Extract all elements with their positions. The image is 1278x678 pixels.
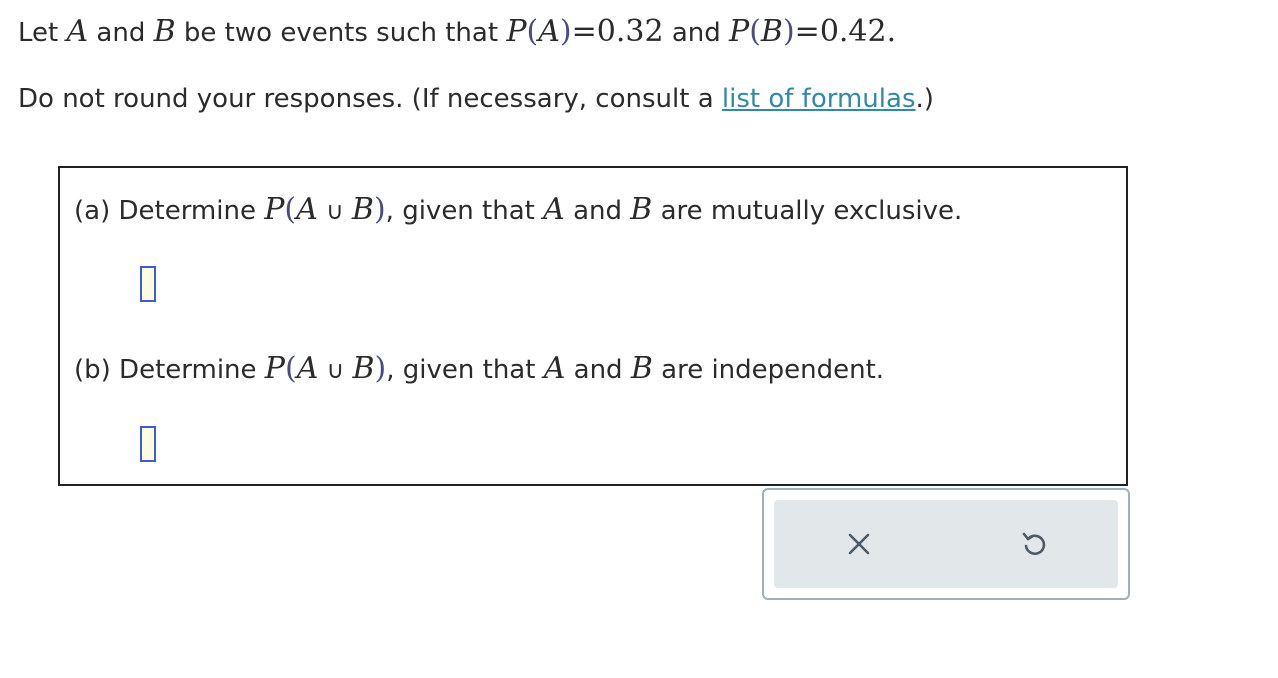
toolbar-inner bbox=[774, 500, 1118, 588]
part-a-condition-end: are mutually exclusive. bbox=[660, 196, 963, 226]
var-b: B bbox=[153, 14, 176, 49]
union-symbol: ∪ bbox=[326, 356, 345, 384]
var-b: B bbox=[760, 14, 783, 49]
var-b: B bbox=[630, 351, 653, 386]
formulas-link[interactable]: list of formulas bbox=[722, 84, 916, 114]
close-icon bbox=[848, 533, 870, 555]
instruction-text: Do not round your responses. (If necessa… bbox=[18, 84, 714, 114]
part-a-condition: , given that bbox=[385, 196, 535, 226]
instructions: Do not round your responses. (If necessa… bbox=[18, 84, 934, 114]
part-b-label: (b) Determine bbox=[74, 355, 257, 385]
part-a-label: (a) Determine bbox=[74, 196, 256, 226]
p-symbol: P bbox=[729, 14, 750, 49]
question-box: (a) Determine P(A ∪ B), given that A and… bbox=[58, 166, 1128, 486]
text-and: and bbox=[96, 18, 146, 48]
undo-button[interactable] bbox=[1014, 524, 1054, 564]
part-b-condition: , given that bbox=[386, 355, 536, 385]
part-a-answer-input[interactable] bbox=[140, 266, 156, 302]
var-a: A bbox=[66, 14, 89, 49]
var-a: A bbox=[296, 192, 318, 227]
p-symbol: P bbox=[264, 351, 285, 386]
part-b-answer-input[interactable] bbox=[140, 426, 156, 462]
p-symbol: P bbox=[506, 14, 527, 49]
part-b-condition-end: are independent. bbox=[661, 355, 885, 385]
part-a-and: and bbox=[573, 196, 622, 226]
p-a-value: 0.32 bbox=[596, 14, 664, 49]
period: . bbox=[886, 14, 897, 49]
problem-statement: Let A and B be two events such that P(A)… bbox=[18, 14, 897, 49]
var-a: A bbox=[543, 192, 565, 227]
p-symbol: P bbox=[264, 192, 285, 227]
union-symbol: ∪ bbox=[326, 197, 344, 225]
var-b: B bbox=[351, 192, 374, 227]
part-a-prompt: (a) Determine P(A ∪ B), given that A and… bbox=[74, 192, 963, 227]
instruction-end: .) bbox=[915, 84, 934, 114]
var-a: A bbox=[538, 14, 560, 49]
p-b-value: 0.42 bbox=[819, 14, 887, 49]
part-b-and: and bbox=[573, 355, 623, 385]
text-and: and bbox=[671, 18, 721, 48]
text-events: be two events such that bbox=[183, 18, 499, 48]
var-b: B bbox=[630, 192, 653, 227]
part-b-prompt: (b) Determine P(A ∪ B), given that A and… bbox=[74, 351, 885, 386]
text-let: Let bbox=[18, 18, 59, 48]
answer-toolbar bbox=[762, 488, 1130, 600]
var-b: B bbox=[352, 351, 375, 386]
var-a: A bbox=[543, 351, 566, 386]
clear-button[interactable] bbox=[839, 524, 879, 564]
undo-icon bbox=[1022, 532, 1046, 556]
var-a: A bbox=[296, 351, 319, 386]
